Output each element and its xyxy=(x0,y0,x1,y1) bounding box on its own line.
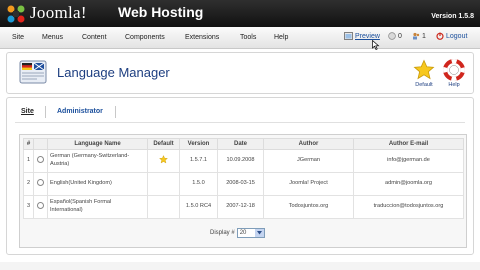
chevron-down-icon[interactable] xyxy=(254,229,264,237)
table-row[interactable]: 2 English(United Kingdom) 1.5.0 2008-03-… xyxy=(23,172,464,196)
lifebuoy-icon xyxy=(443,59,465,81)
menu-extensions[interactable]: Extensions xyxy=(185,34,219,41)
display-count-value: 20 xyxy=(239,230,247,236)
column-header-select xyxy=(33,138,48,150)
column-header-number[interactable]: # xyxy=(23,138,34,150)
language-author-email: traduccion@todosjuntos.org xyxy=(353,195,464,219)
language-author-email: info@jgerman.de xyxy=(353,149,464,173)
column-header-author[interactable]: Author xyxy=(263,138,354,150)
language-name: German (Germany-Switzerland-Austria) xyxy=(47,149,148,173)
language-author: Joomla! Project xyxy=(263,172,354,196)
menu-help[interactable]: Help xyxy=(274,34,288,41)
display-count-label: Display # xyxy=(210,230,235,236)
default-button[interactable]: Default xyxy=(409,57,439,91)
row-number: 2 xyxy=(23,172,34,196)
language-version: 1.5.7.1 xyxy=(179,149,218,173)
site-name: Web Hosting xyxy=(118,4,204,20)
row-radio[interactable] xyxy=(37,201,44,209)
tab-site[interactable]: Site xyxy=(21,108,34,115)
default-cell[interactable] xyxy=(147,149,180,173)
language-author: Todosjuntos.org xyxy=(263,195,354,219)
language-version: 1.5.0 RC4 xyxy=(179,195,218,219)
column-header-language-name[interactable]: Language Name xyxy=(47,138,148,150)
users-count: 1 xyxy=(422,32,426,40)
table-header-row: # Language Name Default Version Date Aut… xyxy=(23,138,464,150)
help-button-label: Help xyxy=(448,82,460,88)
messages-count: 0 xyxy=(398,32,402,40)
language-table-wrapper: # Language Name Default Version Date Aut… xyxy=(19,134,467,248)
column-header-default[interactable]: Default xyxy=(147,138,180,150)
column-header-author-email[interactable]: Author E-mail xyxy=(353,138,464,150)
table-row[interactable]: 3 Español(Spanish Formal International) … xyxy=(23,195,464,219)
row-radio[interactable] xyxy=(37,155,44,163)
language-date: 2007-12-18 xyxy=(217,195,264,219)
default-star-icon xyxy=(159,154,168,164)
row-number: 1 xyxy=(23,149,34,173)
default-cell[interactable] xyxy=(147,172,180,196)
logout-label[interactable]: Logout xyxy=(446,33,467,40)
star-icon xyxy=(413,59,435,80)
menu-tools[interactable]: Tools xyxy=(240,34,256,41)
display-count-select[interactable]: 20 xyxy=(236,228,265,238)
preview-icon xyxy=(344,32,353,40)
logout-icon xyxy=(436,32,444,40)
table-row[interactable]: 1 German (Germany-Switzerland-Austria) 1… xyxy=(23,149,464,173)
messages-icon xyxy=(388,32,396,40)
row-number: 3 xyxy=(23,195,34,219)
language-author-email: admin@joomla.org xyxy=(353,172,464,196)
version-label: Version 1.5.8 xyxy=(431,13,474,20)
default-cell[interactable] xyxy=(147,195,180,219)
menu-site[interactable]: Site xyxy=(12,34,24,41)
preview-label[interactable]: Preview xyxy=(355,33,380,40)
users-indicator[interactable]: 1 xyxy=(412,32,426,40)
row-select[interactable] xyxy=(33,172,48,196)
column-header-version[interactable]: Version xyxy=(179,138,218,150)
tabs-underline xyxy=(15,122,465,123)
toolbar-panel: Language Manager Default Help xyxy=(6,52,474,94)
admin-header: Joomla! Web Hosting Version 1.5.8 xyxy=(0,0,480,27)
language-author: JGerman xyxy=(263,149,354,173)
users-icon xyxy=(413,32,420,40)
joomla-logo-icon xyxy=(7,5,25,23)
logout-link[interactable]: Logout xyxy=(436,32,467,40)
language-name: English(United Kingdom) xyxy=(47,172,148,196)
footer-area xyxy=(0,262,480,270)
page-title: Language Manager xyxy=(57,65,170,80)
row-select[interactable] xyxy=(33,195,48,219)
pagination-display: Display # 20 xyxy=(210,227,265,239)
menu-content[interactable]: Content xyxy=(82,34,107,41)
row-radio[interactable] xyxy=(37,178,44,186)
joomla-logo-text: Joomla! xyxy=(30,3,87,22)
language-name: Español(Spanish Formal International) xyxy=(47,195,148,219)
menu-components[interactable]: Components xyxy=(125,34,165,41)
messages-indicator[interactable]: 0 xyxy=(388,32,402,40)
help-button[interactable]: Help xyxy=(439,57,469,91)
language-version: 1.5.0 xyxy=(179,172,218,196)
row-select[interactable] xyxy=(33,149,48,173)
tab-divider xyxy=(115,106,116,118)
menu-menus[interactable]: Menus xyxy=(42,34,63,41)
mouse-cursor-icon xyxy=(372,40,380,50)
main-menu-bar: Site Menus Content Components Extensions… xyxy=(0,27,480,50)
default-button-label: Default xyxy=(415,82,433,88)
tab-administrator[interactable]: Administrator xyxy=(57,108,103,115)
language-manager-icon xyxy=(19,60,47,84)
content-panel: Site Administrator # Language Name Defau… xyxy=(6,97,474,255)
tab-divider xyxy=(45,106,46,118)
language-date: 2008-03-15 xyxy=(217,172,264,196)
column-header-date[interactable]: Date xyxy=(217,138,264,150)
language-date: 10.09.2008 xyxy=(217,149,264,173)
preview-link[interactable]: Preview xyxy=(344,32,380,40)
language-table: # Language Name Default Version Date Aut… xyxy=(23,138,464,219)
